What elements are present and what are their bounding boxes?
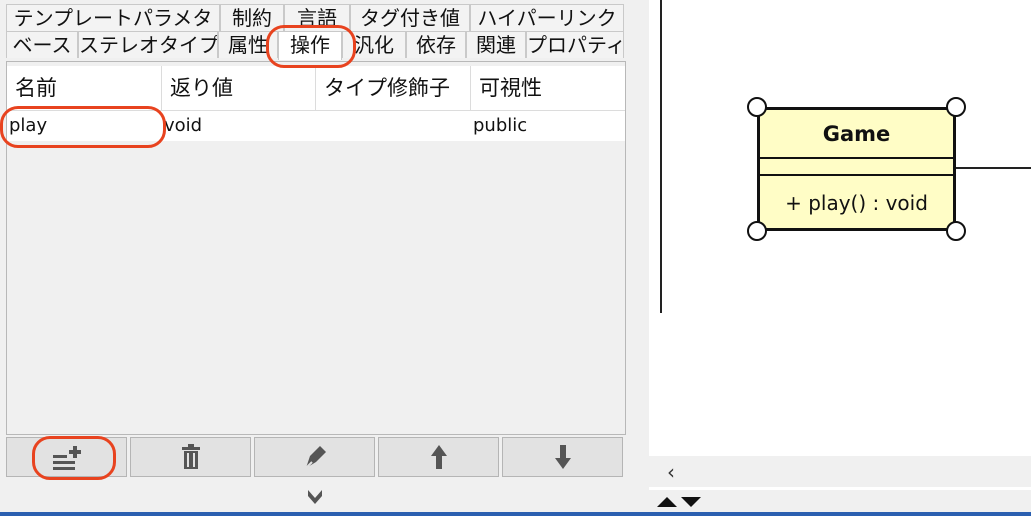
chevron-down-icon (308, 490, 322, 504)
tab-generalization[interactable]: 汎化 (342, 31, 406, 58)
add-operation-button[interactable] (6, 437, 127, 477)
tab-tagged-values[interactable]: タグ付き値 (350, 4, 470, 31)
column-header-type-modifier[interactable]: タイプ修飾子 (316, 66, 471, 110)
edit-button[interactable] (254, 437, 375, 477)
tab-association[interactable]: 関連 (466, 31, 526, 58)
table-row[interactable]: play void public (7, 111, 625, 141)
collapse-panel-button[interactable] (305, 486, 325, 508)
pane-splitter[interactable] (632, 0, 649, 516)
resize-handle-bottom-left[interactable] (747, 221, 767, 241)
class-game[interactable]: Game + play() : void (757, 107, 956, 231)
column-header-visibility[interactable]: 可視性 (471, 66, 625, 110)
table-header: 名前 返り値 タイプ修飾子 可視性 (7, 66, 625, 111)
tab-template-parameters[interactable]: テンプレートパラメタ (6, 4, 220, 31)
tab-stereotype[interactable]: ステレオタイプ (78, 31, 218, 58)
diagram-canvas[interactable] (649, 0, 1031, 493)
resize-handle-top-right[interactable] (946, 97, 966, 117)
horizontal-scrollbar[interactable]: ‹ (649, 456, 1031, 487)
tab-base[interactable]: ベース (6, 31, 78, 58)
cell-name[interactable]: play (7, 111, 162, 141)
cell-type-modifier[interactable] (316, 111, 471, 141)
move-down-button[interactable] (502, 437, 623, 477)
tab-properties[interactable]: プロパティ (526, 31, 624, 58)
operations-table: 名前 返り値 タイプ修飾子 可視性 play void public (6, 61, 626, 435)
attribute-compartment (760, 159, 953, 176)
add-operation-icon (52, 446, 81, 470)
column-header-return[interactable]: 返り値 (162, 66, 316, 110)
operations-toolbar (6, 437, 626, 477)
property-panel: テンプレートパラメタ 制約 言語 タグ付き値 ハイパーリンク ベース ステレオタ… (0, 0, 632, 516)
tab-operations[interactable]: 操作 (278, 31, 342, 60)
trash-icon (181, 444, 200, 469)
tab-dependency[interactable]: 依存 (406, 31, 466, 58)
association-line[interactable] (956, 167, 1031, 169)
window-bottom-border (0, 512, 1031, 516)
split-toggle-icon[interactable] (655, 495, 703, 509)
resize-handle-top-left[interactable] (747, 97, 767, 117)
arrow-down-icon (554, 445, 571, 469)
scroll-left-arrow[interactable]: ‹ (667, 460, 675, 484)
cell-visibility[interactable]: public (471, 111, 625, 141)
column-header-name[interactable]: 名前 (7, 66, 162, 110)
operation-play[interactable]: + play() : void (760, 177, 953, 229)
tab-attributes[interactable]: 属性 (218, 31, 278, 58)
tab-constraints[interactable]: 制約 (220, 4, 284, 31)
cell-return[interactable]: void (162, 111, 316, 141)
arrow-up-icon (430, 445, 447, 469)
tab-language[interactable]: 言語 (284, 4, 350, 31)
pen-icon (304, 446, 326, 469)
delete-button[interactable] (130, 437, 251, 477)
resize-handle-bottom-right[interactable] (946, 221, 966, 241)
move-up-button[interactable] (378, 437, 499, 477)
pane-border (660, 0, 662, 313)
tab-hyperlinks[interactable]: ハイパーリンク (470, 4, 624, 31)
class-name: Game (760, 110, 953, 159)
